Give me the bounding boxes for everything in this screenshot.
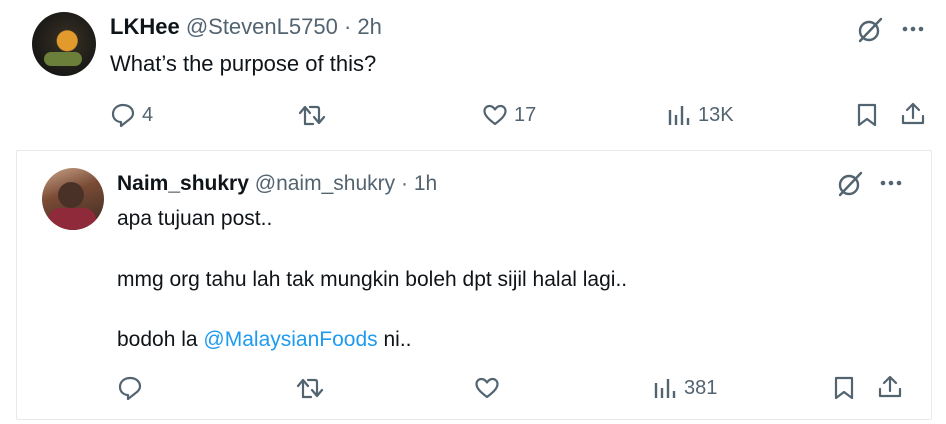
handle[interactable]: @StevenL5750	[186, 14, 338, 39]
mention-link[interactable]: @MalaysianFoods	[203, 328, 377, 351]
avatar[interactable]	[32, 12, 96, 76]
like-count: 17	[514, 103, 537, 126]
reply-text-line-2: mmg org tahu lah tak mungkin boleh dpt s…	[117, 268, 628, 291]
bookmark-button[interactable]	[855, 102, 879, 128]
bookmark-button[interactable]	[832, 375, 856, 401]
share-button[interactable]	[900, 101, 926, 127]
avatar[interactable]	[42, 168, 104, 230]
views-button[interactable]: 13K	[666, 102, 734, 128]
views-count: 13K	[698, 103, 734, 126]
views-button[interactable]: 381	[652, 375, 717, 401]
share-icon	[900, 101, 926, 127]
share-button[interactable]	[877, 374, 903, 400]
retweet-icon	[298, 102, 326, 128]
reply-icon	[117, 375, 143, 401]
like-button[interactable]: 17	[482, 102, 536, 128]
views-icon	[666, 102, 692, 128]
tweet-header: LKHee @StevenL5750 · 2h	[110, 14, 382, 40]
handle[interactable]: @naim_shukry	[255, 172, 395, 195]
reply-text-line-1: apa tujuan post..	[117, 207, 273, 230]
views-count: 381	[684, 376, 718, 399]
retweet-button[interactable]	[298, 102, 326, 128]
timestamp[interactable]: 2h	[357, 14, 381, 39]
grok-icon[interactable]	[836, 170, 864, 198]
display-name[interactable]: LKHee	[110, 14, 180, 39]
reply-button[interactable]: 4	[110, 102, 153, 128]
like-icon	[482, 102, 508, 128]
share-icon	[877, 374, 903, 400]
reply-count: 4	[142, 103, 154, 126]
reply-text-prefix: bodoh la	[117, 328, 204, 351]
reply-icon	[110, 102, 136, 128]
grok-icon[interactable]	[856, 16, 884, 44]
reply-text-suffix: ni..	[377, 328, 412, 351]
more-icon[interactable]	[880, 180, 902, 186]
separator: ·	[343, 14, 352, 39]
separator: ·	[400, 172, 408, 195]
views-icon	[652, 375, 678, 401]
like-icon	[474, 375, 500, 401]
display-name[interactable]: Naim_shukry	[117, 172, 249, 195]
like-button[interactable]	[474, 375, 500, 401]
retweet-icon	[296, 375, 324, 401]
bookmark-icon	[855, 102, 879, 128]
tweet-text: What’s the purpose of this?	[110, 51, 377, 76]
timestamp[interactable]: 1h	[414, 172, 437, 195]
retweet-button[interactable]	[296, 375, 324, 401]
reply-text-line-3: bodoh la @MalaysianFoods ni..	[117, 328, 412, 352]
reply-button[interactable]	[117, 375, 143, 401]
bookmark-icon	[832, 375, 856, 401]
more-icon[interactable]	[902, 26, 924, 32]
reply-header: Naim_shukry @naim_shukry · 1h	[117, 172, 437, 196]
